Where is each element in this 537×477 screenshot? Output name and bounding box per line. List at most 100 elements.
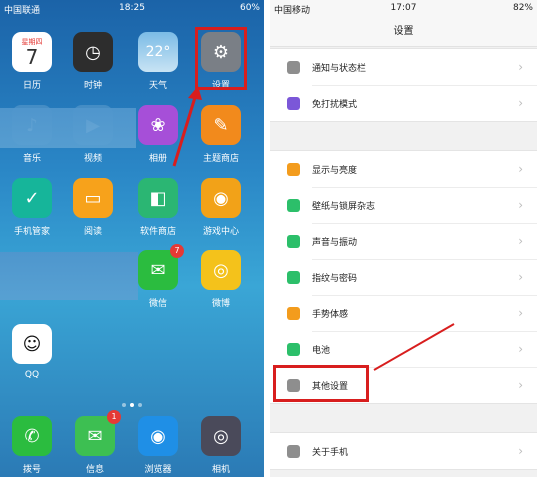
phone-icon: ✆ bbox=[12, 416, 52, 456]
app-label: 拨号 bbox=[22, 465, 41, 475]
app-reader[interactable]: ▭ 阅读 bbox=[65, 178, 121, 237]
app-label: 游戏中心 bbox=[202, 227, 239, 237]
gesture-icon bbox=[287, 306, 300, 320]
chevron-right-icon: › bbox=[518, 306, 523, 320]
app-label: 阅读 bbox=[83, 227, 102, 237]
app-phone-manager[interactable]: ✓ 手机管家 bbox=[4, 178, 60, 237]
settings-item[interactable]: 通知与状态栏 › bbox=[270, 49, 537, 85]
store-icon: ◧ bbox=[138, 178, 178, 218]
game-icon: ◉ bbox=[201, 178, 241, 218]
app-weibo[interactable]: ◎ 微博 bbox=[193, 250, 249, 309]
app-label: 浏览器 bbox=[144, 465, 172, 475]
battery-icon bbox=[287, 342, 300, 356]
app-label: 微博 bbox=[211, 299, 230, 309]
home-screen: 中国联通 18:25 60% 星期四7日历◷时钟22°天气⚙设置♪音乐▶视频❀相… bbox=[0, 0, 264, 477]
notification-badge: 7 bbox=[170, 244, 184, 258]
app-label: 时钟 bbox=[83, 81, 102, 91]
chevron-right-icon: › bbox=[518, 198, 523, 212]
calendar-day: 7 bbox=[25, 45, 39, 69]
chevron-right-icon: › bbox=[518, 234, 523, 248]
status-bar: 中国联通 18:25 60% bbox=[0, 0, 264, 18]
fingerprint-icon bbox=[287, 270, 300, 284]
settings-item-label: 通知与状态栏 bbox=[312, 63, 367, 74]
app-label: 视频 bbox=[83, 154, 102, 164]
settings-group: 通知与状态栏 › 免打扰模式 › bbox=[270, 48, 537, 122]
settings-item-label: 免打扰模式 bbox=[312, 99, 358, 110]
settings-item-label: 电池 bbox=[312, 345, 331, 356]
page-title: 设置 bbox=[270, 18, 537, 47]
dock-messages[interactable]: ✉ 1 信息 bbox=[67, 410, 123, 475]
obscured-region bbox=[0, 108, 136, 148]
app-weather[interactable]: 22° 天气 bbox=[130, 32, 186, 91]
message-icon: ✉ 1 bbox=[75, 410, 121, 456]
app-wechat[interactable]: ✉ 7 微信 bbox=[130, 244, 186, 309]
settings-item[interactable]: 指纹与密码 › bbox=[270, 259, 537, 295]
app-label: 手机管家 bbox=[13, 227, 50, 237]
clock-icon: ◷ bbox=[73, 32, 113, 72]
settings-item[interactable]: 壁纸与锁屏杂志 › bbox=[270, 187, 537, 223]
moon-icon bbox=[287, 96, 300, 110]
chevron-right-icon: › bbox=[518, 96, 523, 110]
palette-icon: ✎ bbox=[201, 105, 241, 145]
settings-group: 关于手机 › bbox=[270, 432, 537, 470]
settings-item-label: 指纹与密码 bbox=[312, 273, 358, 284]
app-label: 音乐 bbox=[22, 154, 41, 164]
info-icon bbox=[287, 444, 300, 458]
chevron-right-icon: › bbox=[518, 162, 523, 176]
weather-icon: 22° bbox=[138, 32, 178, 72]
settings-item-label: 壁纸与锁屏杂志 bbox=[312, 201, 376, 212]
weibo-icon: ◎ bbox=[201, 250, 241, 290]
status-bar: 中国移动 17:07 82% bbox=[270, 0, 537, 18]
chevron-right-icon: › bbox=[518, 60, 523, 74]
notification-badge: 1 bbox=[107, 410, 121, 424]
settings-item-label: 声音与振动 bbox=[312, 237, 358, 248]
battery-label: 60% bbox=[239, 3, 260, 13]
chevron-right-icon: › bbox=[518, 342, 523, 356]
time-label: 17:07 bbox=[390, 3, 417, 13]
settings-screen: 中国移动 17:07 82% 设置 通知与状态栏 › 免打扰模式 › 显示与亮度 › 壁纸与… bbox=[270, 0, 537, 477]
settings-item-label: 关于手机 bbox=[312, 447, 349, 458]
arrow-icon bbox=[172, 86, 202, 167]
other-settings-highlight bbox=[273, 365, 369, 402]
dock-dialer[interactable]: ✆ 拨号 bbox=[4, 416, 60, 475]
app-game[interactable]: ◉ 游戏中心 bbox=[193, 178, 249, 237]
app-label: 软件商店 bbox=[139, 227, 176, 237]
browser-icon: ◉ bbox=[138, 416, 178, 456]
calendar-icon: 星期四 7 bbox=[12, 32, 52, 72]
wechat-icon: ✉ 7 bbox=[138, 244, 184, 290]
chevron-right-icon: › bbox=[518, 378, 523, 392]
chevron-right-icon: › bbox=[518, 444, 523, 458]
camera-icon: ◎ bbox=[201, 416, 241, 456]
chevron-right-icon: › bbox=[518, 270, 523, 284]
sound-icon bbox=[287, 234, 300, 248]
settings-item-label: 显示与亮度 bbox=[312, 165, 358, 176]
settings-item[interactable]: 免打扰模式 › bbox=[270, 85, 537, 121]
dock-camera[interactable]: ◎ 相机 bbox=[193, 416, 249, 475]
app-clock[interactable]: ◷ 时钟 bbox=[65, 32, 121, 91]
page-indicator bbox=[0, 392, 264, 411]
book-icon: ▭ bbox=[73, 178, 113, 218]
app-label: 信息 bbox=[85, 465, 104, 475]
time-label: 18:25 bbox=[119, 3, 145, 13]
app-label: 微信 bbox=[148, 299, 167, 309]
arrow-icon bbox=[373, 323, 455, 371]
battery-label: 82% bbox=[512, 3, 533, 13]
app-qq[interactable]: ☺ QQ bbox=[4, 324, 60, 380]
app-label: QQ bbox=[24, 370, 40, 380]
shield-icon: ✓ bbox=[12, 178, 52, 218]
settings-item[interactable]: 关于手机 › bbox=[270, 433, 537, 469]
display-icon bbox=[287, 162, 300, 176]
wallpaper-icon bbox=[287, 198, 300, 212]
app-calendar[interactable]: 星期四 7 日历 bbox=[4, 32, 60, 91]
dock-browser[interactable]: ◉ 浏览器 bbox=[130, 416, 186, 475]
weather-temperature: 22° bbox=[145, 44, 171, 60]
app-store[interactable]: ◧ 软件商店 bbox=[130, 178, 186, 237]
notification-icon bbox=[287, 60, 300, 74]
settings-item-label: 手势体感 bbox=[312, 309, 349, 320]
settings-item[interactable]: 声音与振动 › bbox=[270, 223, 537, 259]
settings-highlight bbox=[195, 27, 247, 90]
obscured-region bbox=[0, 252, 138, 300]
app-label: 相机 bbox=[211, 465, 230, 475]
qq-icon: ☺ bbox=[12, 324, 52, 364]
settings-item[interactable]: 显示与亮度 › bbox=[270, 151, 537, 187]
